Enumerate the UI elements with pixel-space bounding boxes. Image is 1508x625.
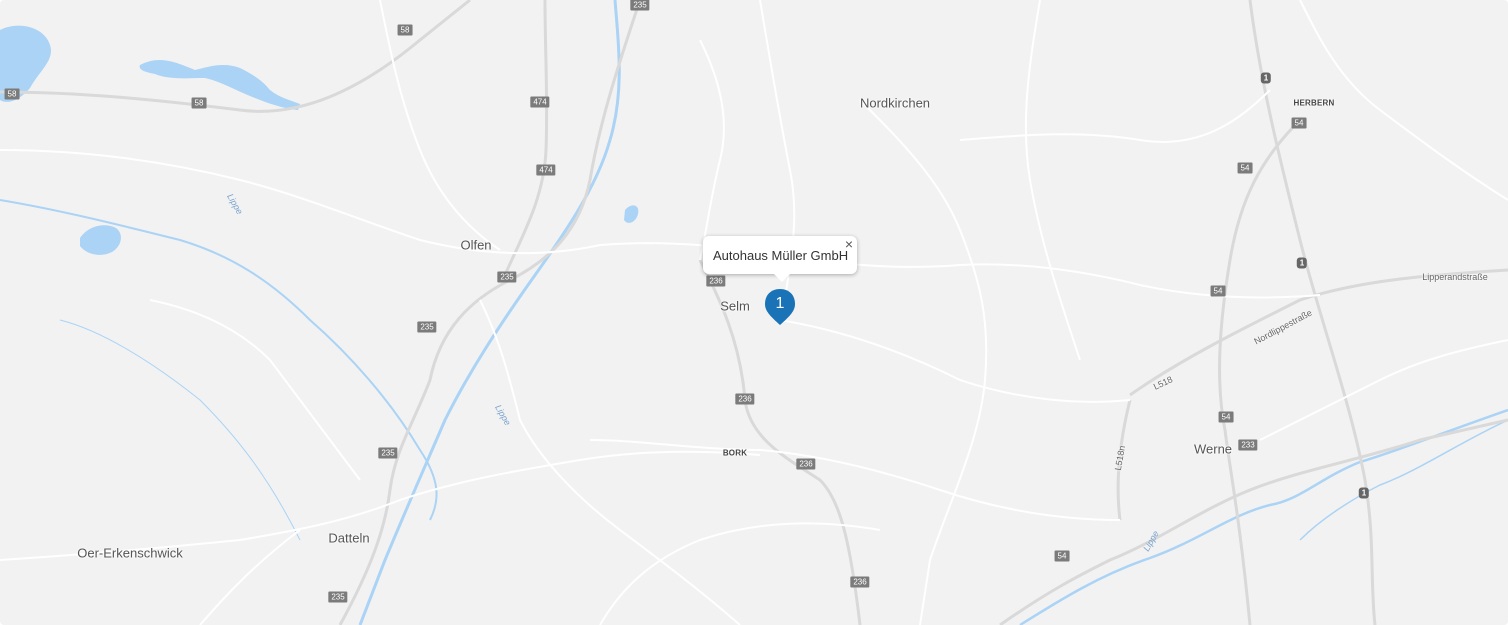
popup-title: Autohaus Müller GmbH — [713, 248, 849, 263]
road-shield-235: 235 — [417, 321, 437, 333]
motorway-shield-1: 1 — [1358, 487, 1370, 499]
road-shield-235: 235 — [630, 0, 650, 11]
road-shield-235: 235 — [378, 447, 398, 459]
road-shield-54: 54 — [1218, 411, 1234, 423]
motorway-shield-1: 1 — [1296, 257, 1308, 269]
road-shield-233: 233 — [1238, 439, 1258, 451]
rivers — [0, 0, 1508, 625]
town-label-olfen: Olfen — [460, 237, 492, 253]
road-shield-474: 474 — [530, 96, 550, 108]
motorway-shield-1: 1 — [1260, 72, 1272, 84]
town-label-datteln: Datteln — [328, 530, 370, 546]
town-label-werne: Werne — [1193, 441, 1233, 457]
road-shield-58: 58 — [397, 24, 413, 36]
road-shield-235: 235 — [328, 591, 348, 603]
district-label-bork: BORK — [722, 448, 748, 458]
map-base — [0, 0, 1508, 625]
road-shield-236: 236 — [706, 275, 726, 287]
road-shield-236: 236 — [796, 458, 816, 470]
street-label-lipperandstrasse: Lipperandstraße — [1422, 272, 1488, 282]
marker-label: 1 — [775, 295, 785, 312]
town-label-oer-erkenschwick: Oer-Erkenschwick — [77, 545, 183, 561]
road-shield-236: 236 — [850, 576, 870, 588]
road-shield-474: 474 — [536, 164, 556, 176]
info-popup[interactable]: Autohaus Müller GmbH × — [703, 236, 857, 282]
road-shield-54: 54 — [1237, 162, 1253, 174]
major-roads — [0, 0, 1508, 625]
close-icon[interactable]: × — [845, 236, 853, 252]
road-shield-58: 58 — [4, 88, 20, 100]
map[interactable]: Nordkirchen Olfen Selm Werne Datteln Oer… — [0, 0, 1508, 625]
minor-roads — [0, 0, 1508, 625]
town-label-nordkirchen: Nordkirchen — [859, 95, 931, 111]
water — [0, 25, 639, 255]
road-shield-58: 58 — [191, 97, 207, 109]
location-marker[interactable]: 1 — [764, 287, 796, 327]
town-label-selm: Selm — [720, 298, 750, 314]
road-shield-235: 235 — [497, 271, 517, 283]
district-label-herbern: HERBERN — [1293, 98, 1335, 108]
road-shield-54: 54 — [1210, 285, 1226, 297]
road-shield-54: 54 — [1054, 550, 1070, 562]
road-shield-54: 54 — [1291, 117, 1307, 129]
road-shield-236: 236 — [735, 393, 755, 405]
